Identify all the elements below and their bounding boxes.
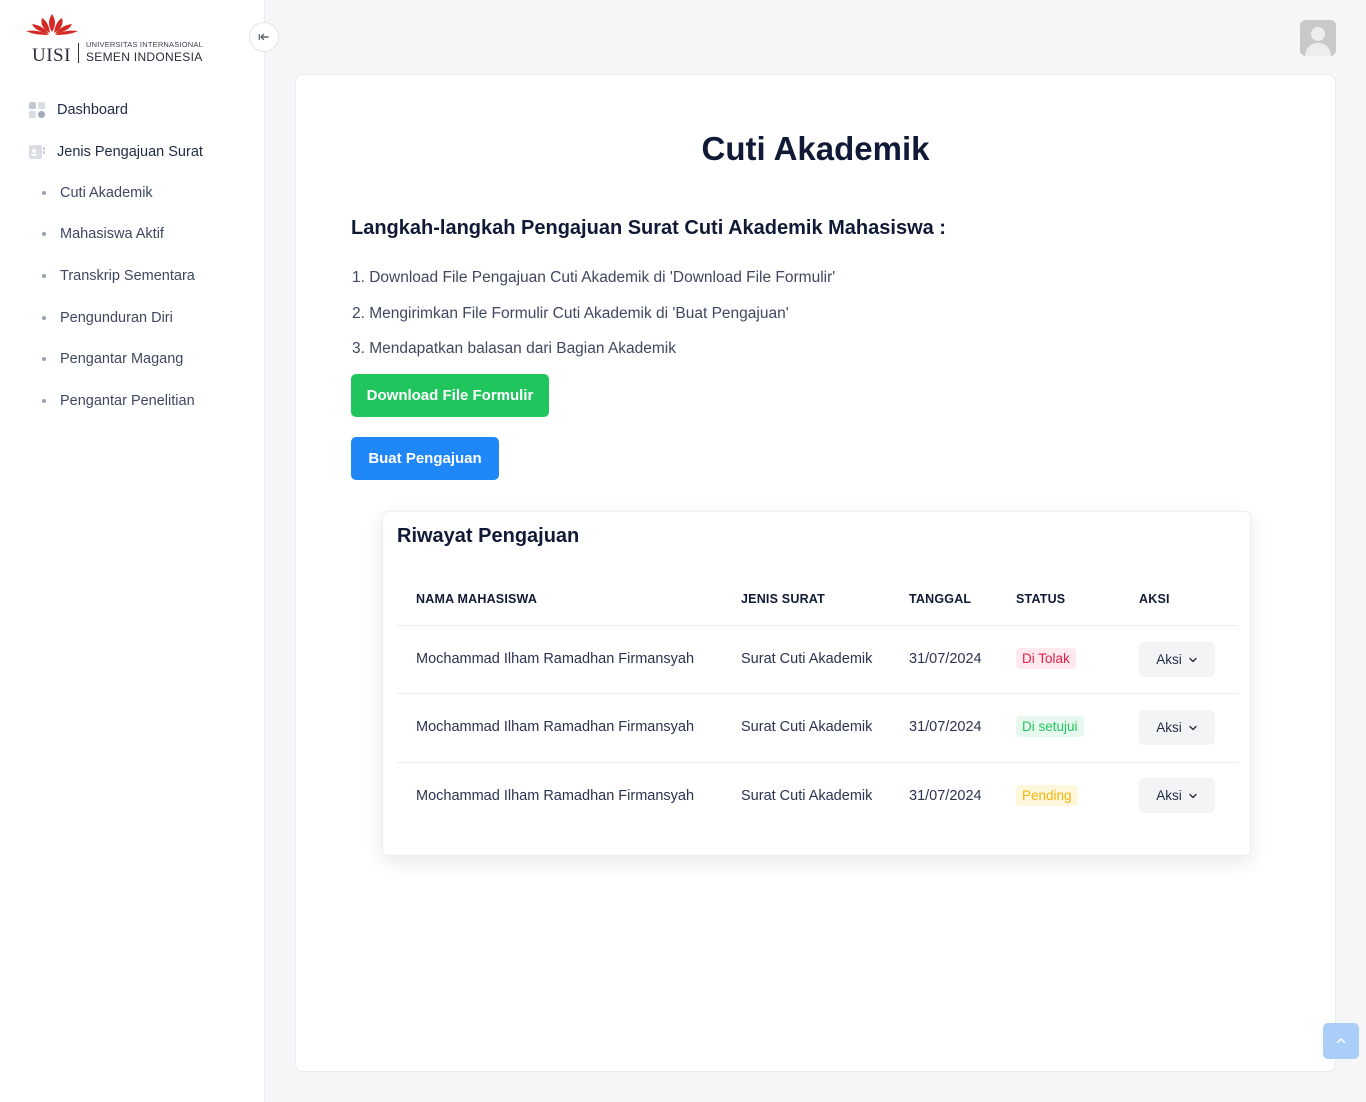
row-divider: [396, 625, 1238, 626]
status-badge: Di setujui: [1016, 716, 1084, 737]
submission-history-card: Riwayat Pengajuan NAMA MAHASISWA JENIS S…: [382, 511, 1251, 856]
sidebar-collapse-button[interactable]: [249, 22, 279, 52]
history-title: Riwayat Pengajuan: [397, 525, 580, 547]
sidebar-subitem-label: Cuti Akademik: [60, 185, 153, 201]
step-item: 1. Download File Pengajuan Cuti Akademik…: [352, 269, 836, 286]
step-item: 2. Mengirimkan File Formulir Cuti Akadem…: [352, 305, 789, 322]
step-item: 3. Mendapatkan balasan dari Bagian Akade…: [352, 340, 676, 357]
chevron-down-icon: [1189, 657, 1197, 662]
column-header-type: JENIS SURAT: [741, 592, 825, 606]
action-label: Aksi: [1156, 720, 1182, 735]
download-form-button[interactable]: Download File Formulir: [351, 374, 549, 417]
bullet-dot: [42, 232, 46, 236]
sidebar-subitem-label: Pengantar Penelitian: [60, 393, 195, 409]
page-title: Cuti Akademik: [701, 130, 930, 167]
scroll-to-top-button[interactable]: [1323, 1023, 1359, 1059]
arrow-left-icon: [258, 33, 269, 41]
logo-acronym: UISI: [32, 45, 71, 66]
sidebar-subitem-label: Transkrip Sementara: [60, 268, 195, 284]
logo-divider: [78, 43, 79, 63]
create-submission-button[interactable]: Buat Pengajuan: [351, 437, 499, 480]
column-header-date: TANGGAL: [909, 592, 972, 606]
cell-type: Surat Cuti Akademik: [741, 719, 873, 735]
action-dropdown-button[interactable]: Aksi: [1139, 710, 1215, 745]
bullet-dot: [42, 274, 46, 278]
cell-type: Surat Cuti Akademik: [741, 788, 873, 804]
sidebar-subitem-cuti-akademik[interactable]: Cuti Akademik: [42, 185, 153, 201]
sidebar-subitem-pengantar-magang[interactable]: Pengantar Magang: [42, 351, 183, 367]
cell-date: 31/07/2024: [909, 651, 982, 667]
row-divider: [396, 762, 1238, 763]
steps-heading: Langkah-langkah Pengajuan Surat Cuti Aka…: [351, 217, 946, 239]
bullet-dot: [42, 399, 46, 403]
status-badge: Di Tolak: [1016, 648, 1076, 669]
sidebar-subitem-label: Pengunduran Diri: [60, 310, 173, 326]
logo-text-big: SEMEN INDONESIA: [86, 50, 203, 64]
status-badge: Pending: [1016, 785, 1078, 806]
cell-name: Mochammad Ilham Ramadhan Firmansyah: [416, 719, 695, 735]
sidebar-item-dashboard[interactable]: Dashboard: [28, 101, 128, 119]
action-label: Aksi: [1156, 652, 1182, 667]
cell-name: Mochammad Ilham Ramadhan Firmansyah: [416, 651, 695, 667]
action-label: Aksi: [1156, 788, 1182, 803]
document-icon: [29, 145, 45, 159]
chevron-up-icon: [1336, 1038, 1346, 1044]
row-divider: [396, 693, 1238, 694]
column-header-status: STATUS: [1016, 592, 1066, 606]
cell-name: Mochammad Ilham Ramadhan Firmansyah: [416, 788, 695, 804]
sidebar-item-label: Dashboard: [57, 102, 128, 118]
user-icon: [1300, 20, 1336, 56]
sidebar-subitem-label: Pengantar Magang: [60, 351, 184, 367]
lotus-logo-icon: [26, 14, 78, 35]
sidebar-subitem-label: Mahasiswa Aktif: [60, 226, 164, 242]
main-content-card: Cuti Akademik Langkah-langkah Pengajuan …: [295, 74, 1336, 1072]
uisi-logo[interactable]: UISI UNIVERSITAS INTERNASIONAL SEMEN IND…: [20, 12, 210, 68]
bullet-dot: [42, 316, 46, 320]
grid-icon: [29, 102, 45, 118]
bullet-dot: [42, 357, 46, 361]
cell-type: Surat Cuti Akademik: [741, 651, 873, 667]
bullet-dot: [42, 191, 46, 195]
sidebar-subitem-pengunduran-diri[interactable]: Pengunduran Diri: [42, 310, 173, 326]
sidebar-item-jenis-pengajuan-surat[interactable]: Jenis Pengajuan Surat: [28, 143, 203, 161]
action-dropdown-button[interactable]: Aksi: [1139, 642, 1215, 677]
action-dropdown-button[interactable]: Aksi: [1139, 778, 1215, 813]
user-avatar[interactable]: [1300, 20, 1336, 56]
sidebar: UISI UNIVERSITAS INTERNASIONAL SEMEN IND…: [0, 0, 265, 1102]
chevron-down-icon: [1189, 793, 1197, 798]
sidebar-subitem-transkrip-sementara[interactable]: Transkrip Sementara: [42, 268, 195, 284]
sidebar-subitem-pengantar-penelitian[interactable]: Pengantar Penelitian: [42, 393, 195, 409]
cell-date: 31/07/2024: [909, 719, 982, 735]
column-header-action: AKSI: [1139, 592, 1170, 606]
sidebar-item-label: Jenis Pengajuan Surat: [57, 144, 203, 160]
sidebar-subitem-mahasiswa-aktif[interactable]: Mahasiswa Aktif: [42, 226, 164, 242]
cell-date: 31/07/2024: [909, 788, 982, 804]
chevron-down-icon: [1189, 725, 1197, 730]
logo-text-small: UNIVERSITAS INTERNASIONAL: [86, 40, 203, 49]
column-header-name: NAMA MAHASISWA: [416, 592, 538, 606]
